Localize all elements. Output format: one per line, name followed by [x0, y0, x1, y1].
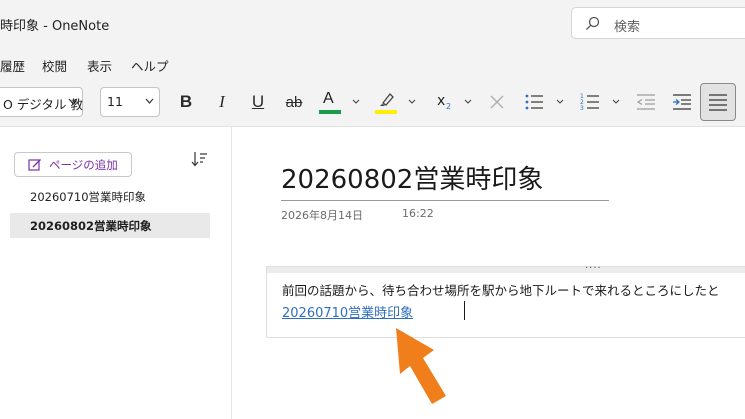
bold-button[interactable]: B — [176, 89, 196, 115]
window-title: 時印象 - OneNote — [0, 19, 110, 34]
menu-view[interactable]: 表示 — [87, 56, 112, 75]
page-date: 2026年8月14日 — [281, 209, 363, 222]
chevron-down-icon — [145, 98, 154, 104]
font-size-dropdown[interactable]: 11 — [100, 87, 160, 117]
bullet-list-icon[interactable] — [524, 93, 544, 111]
menu-review[interactable]: 校閲 — [42, 56, 67, 75]
search-placeholder: 検索 — [614, 20, 641, 35]
subscript-letter: x — [437, 93, 446, 109]
menu-history[interactable]: 履歴 — [0, 56, 25, 75]
increase-indent-icon[interactable] — [672, 93, 692, 111]
highlight-button[interactable] — [374, 89, 398, 117]
page-list-pane: ページの追加 20260710営業時印象 20260802営業時印象 — [0, 127, 232, 419]
note-canvas[interactable]: 20260802営業時印象 2026年8月14日 16:22 ···· 前回の話… — [233, 127, 745, 419]
page-list-item-selected[interactable]: 20260802営業時印象 — [10, 213, 210, 238]
arrow-callout-icon — [396, 328, 446, 404]
chevron-down-icon[interactable] — [612, 99, 620, 104]
add-page-label: ページの追加 — [49, 158, 118, 172]
sort-icon[interactable] — [191, 151, 209, 167]
add-page-button[interactable]: ページの追加 — [14, 152, 132, 177]
container-drag-handle[interactable]: ···· — [267, 263, 745, 274]
numbered-list-icon[interactable]: 1 2 3 — [580, 92, 600, 112]
search-icon — [586, 16, 600, 30]
subscript-index: 2 — [446, 102, 452, 111]
page-list-item[interactable]: 20260710営業時印象 — [10, 184, 210, 209]
text-cursor — [464, 301, 465, 320]
chevron-down-icon[interactable] — [464, 99, 472, 104]
font-name-dropdown[interactable]: O デジタル 教 — [0, 87, 83, 117]
font-size-value: 11 — [107, 94, 123, 109]
subscript-button[interactable]: x 2 — [436, 91, 456, 113]
title-bar: 時印象 - OneNote 検索 — [0, 0, 745, 48]
add-page-icon — [28, 159, 41, 171]
note-body-text[interactable]: 前回の話題から、待ち合わせ場所を駅から地下ルートで来れるところにしたと — [282, 280, 720, 299]
font-color-swatch — [319, 110, 341, 114]
title-underline — [281, 200, 609, 201]
search-box[interactable]: 検索 — [571, 7, 745, 39]
chevron-down-icon — [68, 98, 77, 104]
note-container[interactable]: ···· 前回の話題から、待ち合わせ場所を駅から地下ルートで来れるところにしたと… — [266, 263, 745, 338]
handle-dots: ···· — [585, 263, 602, 274]
underline-button[interactable]: U — [248, 89, 268, 115]
strikethrough-button[interactable]: ab — [282, 89, 306, 115]
highlighter-icon — [380, 93, 394, 106]
clear-formatting-icon[interactable] — [489, 94, 505, 110]
page-title[interactable]: 20260802営業時印象 — [281, 159, 543, 196]
chevron-down-icon[interactable] — [352, 99, 360, 104]
italic-button[interactable]: I — [212, 89, 232, 115]
page-link[interactable]: 20260710営業時印象 — [282, 302, 413, 321]
menu-bar: 履歴 校閲 表示 ヘルプ — [0, 48, 745, 79]
svg-text:3: 3 — [580, 105, 584, 112]
font-color-letter: A — [323, 90, 334, 107]
page-time: 16:22 — [402, 207, 434, 220]
highlight-swatch — [375, 110, 397, 114]
align-left-icon[interactable] — [708, 93, 728, 111]
menu-help[interactable]: ヘルプ — [131, 56, 169, 75]
decrease-indent-icon[interactable] — [636, 93, 656, 111]
font-color-button[interactable]: A — [318, 89, 342, 117]
chevron-down-icon[interactable] — [556, 99, 564, 104]
chevron-down-icon[interactable] — [408, 99, 416, 104]
